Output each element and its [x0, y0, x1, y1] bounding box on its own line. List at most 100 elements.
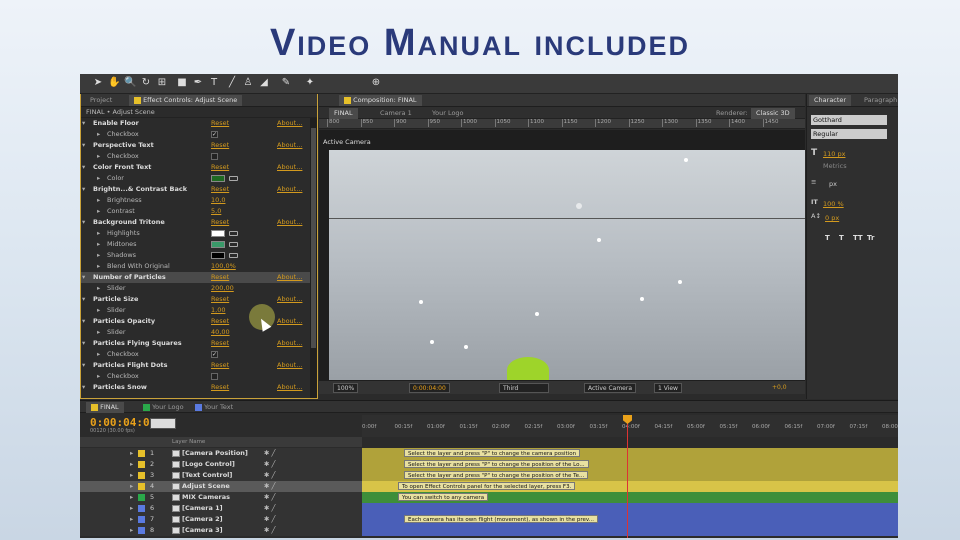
font-style-select[interactable]: Regular — [811, 129, 887, 139]
tracking-value[interactable]: 100 % — [823, 200, 844, 208]
layer-name[interactable]: [Camera 3] — [182, 525, 223, 536]
property-row[interactable]: ▸ Checkbox ✓ — [81, 349, 317, 360]
label-color-icon[interactable] — [138, 483, 145, 490]
shy-switch-icon[interactable]: ✱ ╱ — [264, 525, 275, 536]
pen-tool-icon[interactable]: ✒ — [192, 77, 204, 89]
type-tool-icon[interactable]: T — [208, 77, 220, 89]
property-row[interactable]: ▸ Midtones — [81, 239, 317, 250]
effect-row[interactable]: ▾ Number of Particles Reset About... — [81, 272, 317, 283]
reset-link[interactable]: Reset — [211, 316, 229, 327]
puppet-tool-icon[interactable]: ✦ — [304, 77, 316, 89]
shy-switch-icon[interactable]: ✱ ╱ — [264, 481, 275, 492]
eraser-tool-icon[interactable]: ◢ — [258, 77, 270, 89]
nav-camera[interactable]: Camera 1 — [375, 108, 417, 119]
layer-name[interactable]: Adjust Scene — [182, 481, 230, 492]
property-value[interactable]: 1,00 — [211, 305, 225, 316]
property-row[interactable]: ▸ Slider 1,00 — [81, 305, 317, 316]
layer-row[interactable]: ▸ 1 [Camera Position] ✱ ╱ Select the layer a… — [80, 448, 898, 459]
about-link[interactable]: About... — [277, 140, 302, 151]
layer-row[interactable]: ▸ 2 [Logo Control] ✱ ╱ Select the layer and … — [80, 459, 898, 470]
exposure-value[interactable]: +0,0 — [769, 383, 790, 393]
expand-triangle-icon[interactable]: ▸ — [130, 470, 133, 481]
selection-tool-icon[interactable]: ➤ — [92, 77, 104, 89]
property-row[interactable]: ▸ Highlights — [81, 228, 317, 239]
effect-row[interactable]: ▾ Particles Flight Dots Reset About... — [81, 360, 317, 371]
baseline-value[interactable]: 0 px — [825, 214, 839, 222]
about-link[interactable]: About... — [277, 184, 302, 195]
shy-switch-icon[interactable]: ✱ ╱ — [264, 492, 275, 503]
property-row[interactable]: ▸ Contrast 5,0 — [81, 206, 317, 217]
effect-row[interactable]: ▾ Color Front Text Reset About... — [81, 162, 317, 173]
about-link[interactable]: About... — [277, 360, 302, 371]
property-row[interactable]: ▸ Checkbox ✓ — [81, 129, 317, 140]
eyedropper-icon[interactable] — [229, 176, 238, 181]
about-link[interactable]: About... — [277, 118, 302, 129]
reset-link[interactable]: Reset — [211, 184, 229, 195]
rectangle-tool-icon[interactable]: ■ — [176, 77, 188, 89]
expand-triangle-icon[interactable]: ▸ — [97, 173, 100, 184]
effect-row[interactable]: ▾ Brightn...& Contrast Back Reset About... — [81, 184, 317, 195]
font-size-value[interactable]: 110 px — [823, 150, 845, 158]
layer-name[interactable]: [Camera 1] — [182, 503, 223, 514]
layer-row[interactable]: ▸ 6 [Camera 1] ✱ ╱ — [80, 503, 898, 514]
layer-duration-bar[interactable] — [362, 503, 898, 514]
shy-switch-icon[interactable]: ✱ ╱ — [264, 514, 275, 525]
timeline-tab[interactable]: FINAL — [86, 402, 124, 413]
effect-row[interactable]: ▾ Particles Opacity Reset About... — [81, 316, 317, 327]
font-style-button[interactable]: Tr — [867, 234, 874, 242]
layer-duration-bar[interactable]: Select the layer and press "P" to change… — [362, 470, 898, 481]
reset-link[interactable]: Reset — [211, 382, 229, 393]
shy-switch-icon[interactable]: ✱ ╱ — [264, 448, 275, 459]
expand-triangle-icon[interactable]: ▸ — [130, 459, 133, 470]
current-time[interactable]: 0:00:04:00 — [409, 383, 450, 393]
expand-triangle-icon[interactable]: ▸ — [97, 349, 100, 360]
expand-triangle-icon[interactable]: ▾ — [82, 360, 85, 371]
expand-triangle-icon[interactable]: ▸ — [97, 206, 100, 217]
tab-paragraph[interactable]: Paragraph — [859, 95, 898, 106]
renderer-select[interactable]: Classic 3D — [751, 108, 795, 119]
layer-duration-bar[interactable]: Select the layer and press "P" to change… — [362, 448, 898, 459]
about-link[interactable]: About... — [277, 294, 302, 305]
shy-switch-icon[interactable]: ✱ ╱ — [264, 459, 275, 470]
eyedropper-icon[interactable] — [229, 242, 238, 247]
reset-link[interactable]: Reset — [211, 272, 229, 283]
expand-triangle-icon[interactable]: ▾ — [82, 338, 85, 349]
scrollbar-thumb[interactable] — [311, 128, 316, 348]
checkbox[interactable] — [211, 153, 218, 160]
nav-logo[interactable]: Your Logo — [427, 108, 469, 119]
stamp-tool-icon[interactable]: ♙ — [242, 77, 254, 89]
reset-link[interactable]: Reset — [211, 162, 229, 173]
property-row[interactable]: ▸ Blend With Original 100,0% — [81, 261, 317, 272]
font-family-select[interactable]: Gotthard — [811, 115, 887, 125]
layer-row[interactable]: ▸ 4 Adjust Scene ✱ ╱ To open Effect Controls… — [80, 481, 898, 492]
eyedropper-icon[interactable] — [229, 253, 238, 258]
view-select[interactable]: Active Camera — [584, 383, 637, 393]
expand-triangle-icon[interactable]: ▸ — [130, 525, 133, 536]
expand-triangle-icon[interactable]: ▸ — [97, 327, 100, 338]
tab-composition[interactable]: Composition: FINAL — [339, 95, 422, 106]
label-color-icon[interactable] — [138, 472, 145, 479]
expand-triangle-icon[interactable]: ▸ — [130, 481, 133, 492]
property-value[interactable]: 100,0% — [211, 261, 236, 272]
eyedropper-icon[interactable] — [229, 231, 238, 236]
playhead-line[interactable] — [627, 415, 628, 538]
kerning-metrics[interactable]: Metrics — [823, 162, 847, 170]
roto-tool-icon[interactable]: ✎ — [280, 77, 292, 89]
checkbox[interactable] — [211, 373, 218, 380]
expand-triangle-icon[interactable]: ▸ — [130, 448, 133, 459]
label-color-icon[interactable] — [138, 461, 145, 468]
about-link[interactable]: About... — [277, 217, 302, 228]
property-row[interactable]: ▸ Brightness 10,0 — [81, 195, 317, 206]
effect-row[interactable]: ▾ Particles Flying Squares Reset About... — [81, 338, 317, 349]
color-swatch[interactable] — [211, 241, 225, 248]
rotate-tool-icon[interactable]: ↻ — [140, 77, 152, 89]
reset-link[interactable]: Reset — [211, 217, 229, 228]
color-swatch[interactable] — [211, 175, 225, 182]
property-row[interactable]: ▸ Color — [81, 173, 317, 184]
about-link[interactable]: About... — [277, 338, 302, 349]
about-link[interactable]: About... — [277, 272, 302, 283]
brush-tool-icon[interactable]: ╱ — [226, 77, 238, 89]
layer-duration-bar[interactable]: Select the layer and press "P" to change… — [362, 459, 898, 470]
effect-controls-scrollbar[interactable] — [310, 118, 317, 398]
timeline-tab[interactable]: Your Text — [190, 402, 238, 413]
